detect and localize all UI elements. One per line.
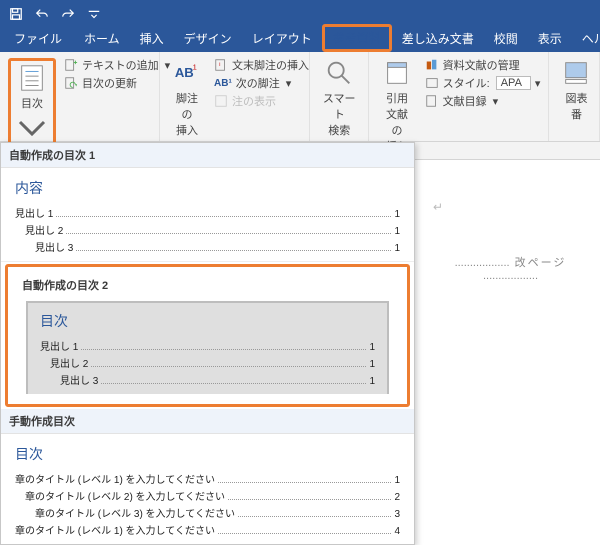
caption-icon	[561, 58, 591, 88]
tab-mailings[interactable]: 差し込み文書	[392, 26, 484, 52]
tab-layout[interactable]: レイアウト	[242, 26, 322, 52]
redo-icon[interactable]	[58, 4, 78, 24]
add-text-label: テキストの追加	[82, 57, 159, 73]
page-canvas[interactable]: ↵ .................. 改ページ ..............…	[415, 160, 600, 512]
gallery-item-auto2-highlight: 自動作成の目次 2 目次 見出し 11 見出し 21 見出し 31	[5, 264, 410, 407]
ribbon-tabs: ファイル ホーム 挿入 デザイン レイアウト 参考資料 差し込み文書 校閲 表示…	[0, 28, 600, 52]
tab-file[interactable]: ファイル	[4, 26, 72, 52]
caption-label: 図表番	[561, 90, 591, 122]
toc-gallery: 自動作成の目次 1 内容 見出し 11 見出し 21 見出し 31 自動作成の目…	[0, 142, 415, 545]
toc-icon	[17, 63, 47, 93]
toc-button-label: 目次	[21, 95, 43, 111]
bibliography-label: 文献目録	[443, 93, 487, 109]
gallery-item-manual[interactable]: 目次 章のタイトル (レベル 1) を入力してください1 章のタイトル (レベル…	[1, 434, 414, 544]
add-text-icon	[64, 58, 78, 72]
toc-button[interactable]: 目次	[11, 61, 53, 145]
gallery-auto1-title: 内容	[15, 178, 400, 198]
gallery-auto2-title: 目次	[40, 311, 375, 331]
group-citations: 引用文献の 挿入 資料文献の管理 スタイル: APA▾ 文献目録▾	[369, 52, 549, 141]
style-label: スタイル:	[443, 75, 490, 91]
svg-text:AB: AB	[175, 65, 194, 80]
update-toc-button[interactable]: 目次の更新	[62, 74, 172, 92]
smart-lookup-button[interactable]: スマート 検索	[316, 56, 362, 140]
footnote-icon: AB1	[172, 58, 202, 88]
ribbon: 目次 テキストの追加▾ 目次の更新 組み込み AB1 脚注の 挿入	[0, 52, 600, 142]
customize-qat-icon[interactable]	[84, 4, 104, 24]
next-footnote-label: 次の脚注	[236, 75, 280, 91]
save-icon[interactable]	[6, 4, 26, 24]
insert-caption-button[interactable]: 図表番	[555, 56, 597, 124]
undo-icon[interactable]	[32, 4, 52, 24]
style-value[interactable]: APA	[496, 76, 531, 90]
style-dropdown[interactable]: スタイル: APA▾	[423, 74, 543, 92]
tab-design[interactable]: デザイン	[174, 26, 242, 52]
gallery-header-auto2: 自動作成の目次 2	[22, 277, 393, 297]
smart-lookup-label: スマート 検索	[322, 90, 356, 138]
quick-access-toolbar	[6, 4, 104, 24]
document-area: 246810121416 ↵ .................. 改ページ .…	[0, 142, 600, 512]
endnote-icon: i	[214, 58, 228, 72]
citation-icon	[382, 58, 412, 88]
bibliography-icon	[425, 94, 439, 108]
tab-insert[interactable]: 挿入	[130, 26, 174, 52]
manage-sources-icon	[425, 58, 439, 72]
insert-footnote-label: 脚注の 挿入	[172, 90, 202, 138]
tab-help[interactable]: ヘルプ	[572, 26, 600, 52]
update-toc-label: 目次の更新	[82, 75, 137, 91]
show-notes-label: 注の表示	[232, 93, 276, 109]
group-footnotes: AB1 脚注の 挿入 i 文末脚注の挿入 AB¹ 次の脚注▾ 注の表示	[160, 52, 310, 141]
add-text-button[interactable]: テキストの追加▾	[62, 56, 172, 74]
next-footnote-button[interactable]: AB¹ 次の脚注▾	[212, 74, 311, 92]
svg-text:1: 1	[193, 62, 197, 71]
insert-footnote-button[interactable]: AB1 脚注の 挿入	[166, 56, 208, 140]
gallery-header-auto1: 自動作成の目次 1	[1, 143, 414, 168]
update-toc-icon	[64, 76, 78, 90]
show-notes-icon	[214, 94, 228, 108]
group-toc: 目次 テキストの追加▾ 目次の更新 組み込み	[0, 52, 160, 141]
toc-button-highlight: 目次	[8, 58, 56, 148]
gallery-item-auto1[interactable]: 内容 見出し 11 見出し 21 見出し 31	[1, 168, 414, 262]
chevron-down-icon	[17, 113, 47, 143]
style-icon	[425, 76, 439, 90]
title-bar	[0, 0, 600, 28]
bibliography-button[interactable]: 文献目録▾	[423, 92, 543, 110]
paragraph-mark: ↵	[433, 200, 588, 214]
gallery-item-auto2[interactable]: 目次 見出し 11 見出し 21 見出し 31	[26, 301, 389, 394]
svg-text:i: i	[219, 62, 220, 68]
group-captions: 図表番	[549, 52, 600, 141]
insert-endnote-label: 文末脚注の挿入	[232, 57, 309, 73]
show-notes-button: 注の表示	[212, 92, 311, 110]
insert-endnote-button[interactable]: i 文末脚注の挿入	[212, 56, 311, 74]
group-research: スマート 検索	[310, 52, 369, 141]
tab-home[interactable]: ホーム	[74, 26, 130, 52]
smart-lookup-icon	[324, 58, 354, 88]
tab-view[interactable]: 表示	[528, 26, 572, 52]
tab-references[interactable]: 参考資料	[322, 24, 392, 52]
manage-sources-button[interactable]: 資料文献の管理	[423, 56, 543, 74]
tab-review[interactable]: 校閲	[484, 26, 528, 52]
gallery-manual-title: 目次	[15, 444, 400, 464]
manage-sources-label: 資料文献の管理	[443, 57, 520, 73]
page-break-indicator: .................. 改ページ ................…	[433, 254, 588, 282]
gallery-header-manual: 手動作成目次	[1, 409, 414, 434]
